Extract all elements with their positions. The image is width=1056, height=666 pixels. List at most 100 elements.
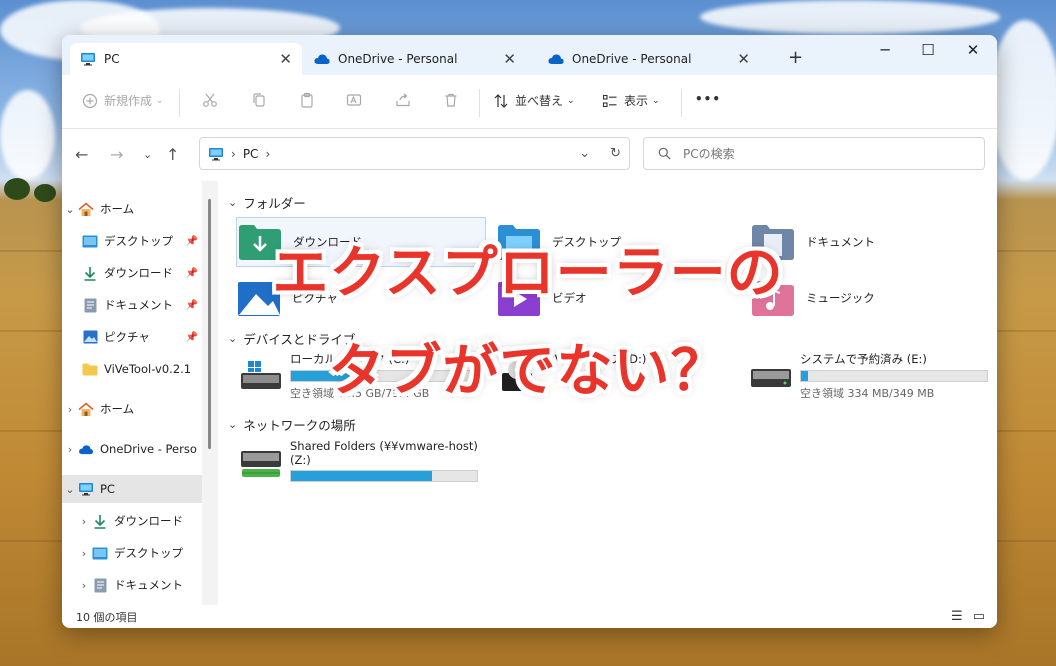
sidebar-item-label: OneDrive - Perso [100, 442, 197, 456]
address-dropdown-chevron-icon[interactable]: ⌄ [579, 146, 590, 161]
copy-button[interactable] [251, 92, 273, 108]
tiles-view-icon[interactable]: ▭ [973, 609, 985, 624]
network-section-header[interactable]: ⌄ ネットワークの場所 [228, 415, 356, 434]
breadcrumb-chevron-icon[interactable]: › [231, 147, 236, 161]
delete-button[interactable] [443, 92, 465, 108]
refresh-icon[interactable]: ↻ [610, 146, 621, 161]
network-drive-z[interactable]: Shared Folders (¥¥vmware-host) (Z:) [240, 439, 478, 482]
section-title: ネットワークの場所 [243, 418, 356, 433]
view-list-icon [602, 94, 617, 107]
tab-onedrive-2[interactable]: OneDrive - Personal ✕ [538, 43, 760, 75]
overlay-caption-line1: エクスプローラーの [272, 241, 784, 306]
tree-decoration [34, 184, 56, 202]
chevron-down-icon[interactable]: ⌄ [62, 483, 78, 496]
onedrive-cloud-icon [78, 441, 94, 457]
chevron-down-icon: ⌄ [652, 95, 660, 106]
chevron-right-icon[interactable]: › [76, 515, 92, 528]
home-icon [78, 201, 94, 217]
drive-letter: (Z:) [290, 453, 311, 467]
breadcrumb-pc[interactable]: PC [243, 147, 259, 161]
share-icon [396, 93, 410, 107]
tab-onedrive-1[interactable]: OneDrive - Personal ✕ [304, 43, 526, 75]
tab-close-button[interactable]: ✕ [737, 51, 750, 67]
onedrive-cloud-icon [548, 54, 564, 64]
tab-close-button[interactable]: ✕ [503, 51, 516, 67]
minimize-button[interactable]: ─ [870, 41, 900, 59]
toolbar-divider [681, 89, 682, 117]
tree-decoration [4, 178, 30, 200]
drive-details: Shared Folders (¥¥vmware-host) (Z:) [290, 439, 478, 482]
copy-icon [253, 93, 265, 107]
pc-icon [81, 53, 95, 66]
new-button[interactable]: 新規作成 ⌄ [82, 92, 164, 109]
cut-button[interactable] [202, 92, 224, 108]
maximize-button[interactable]: ☐ [913, 41, 943, 59]
chevron-down-icon[interactable]: ⌄ [228, 196, 237, 209]
tab-bar: PC ✕ OneDrive - Personal ✕ OneDrive - Pe… [62, 35, 997, 75]
folders-section-header[interactable]: ⌄ フォルダー [228, 193, 306, 212]
back-arrow-icon[interactable]: ← [75, 145, 88, 164]
section-title: フォルダー [243, 196, 306, 211]
new-tab-button[interactable]: + [788, 47, 803, 68]
recent-locations-chevron-icon[interactable]: ⌄ [143, 148, 152, 161]
search-box[interactable] [643, 137, 985, 170]
sort-arrows-icon [494, 93, 508, 108]
trash-icon [445, 93, 457, 107]
status-bar: 10 個の項目 ☰ ▭ [62, 605, 997, 628]
search-icon [658, 147, 671, 160]
chevron-down-icon[interactable]: ⌄ [228, 418, 237, 431]
sidebar-item-home[interactable]: ⌄ ホーム [62, 195, 202, 223]
search-input[interactable] [683, 146, 943, 161]
command-bar: 新規作成 ⌄ 並べ替え ⌄ 表示 ⌄ ••• [62, 75, 997, 129]
sort-button[interactable]: 並べ替え ⌄ [493, 92, 575, 109]
sidebar-item-label: ダウンロード [114, 514, 183, 528]
drive-name: Shared Folders (¥¥vmware-host) [290, 439, 478, 453]
network-drive-icon [241, 451, 281, 477]
view-button[interactable]: 表示 ⌄ [602, 92, 660, 109]
sidebar-item-pc-documents[interactable]: › ドキュメント [62, 571, 202, 599]
item-count: 10 個の項目 [76, 610, 138, 624]
chevron-right-icon[interactable]: › [62, 443, 78, 456]
sidebar-item-label: ホーム [100, 202, 135, 216]
new-label: 新規作成 [104, 94, 153, 108]
sidebar-item-label: PC [100, 482, 115, 496]
sidebar-item-label: デスクトップ [114, 546, 183, 560]
share-button[interactable] [395, 92, 417, 108]
forward-arrow-icon[interactable]: → [110, 145, 123, 164]
close-window-button[interactable]: ✕ [958, 41, 988, 59]
document-icon [92, 577, 108, 593]
drive-usage-fill [291, 471, 433, 481]
breadcrumb-chevron-icon[interactable]: › [265, 147, 270, 161]
rename-button[interactable] [346, 92, 368, 108]
sidebar-item-onedrive[interactable]: › OneDrive - Perso [62, 435, 202, 463]
sort-label: 並べ替え [515, 94, 564, 108]
sidebar-item-pc-downloads[interactable]: › ダウンロード [62, 507, 202, 535]
chevron-right-icon[interactable]: › [76, 547, 92, 560]
rename-icon [346, 94, 362, 106]
sidebar-item-pc-desktop[interactable]: › デスクトップ [62, 539, 202, 567]
chevron-down-icon[interactable]: ⌄ [62, 203, 78, 216]
address-row: ← → ⌄ ↑ › PC › ⌄ ↻ [62, 129, 997, 181]
plus-circle-icon [82, 93, 98, 108]
sidebar-item-pc[interactable]: ⌄ PC [62, 475, 202, 503]
pc-icon [78, 481, 94, 497]
paste-button[interactable] [299, 92, 321, 108]
tab-close-button[interactable]: ✕ [279, 51, 292, 67]
view-label: 表示 [624, 94, 649, 108]
details-view-icon[interactable]: ☰ [951, 609, 963, 624]
pc-icon [209, 147, 223, 160]
download-icon [92, 513, 108, 529]
tab-label: OneDrive - Personal [338, 52, 458, 66]
chevron-right-icon[interactable]: › [76, 579, 92, 592]
more-options-button[interactable]: ••• [695, 92, 721, 106]
sidebar-item-label: ドキュメント [114, 578, 183, 592]
toolbar-divider [479, 89, 480, 117]
address-bar[interactable]: › PC › ⌄ ↻ [199, 137, 630, 170]
cloud-decoration [990, 20, 1056, 180]
up-arrow-icon[interactable]: ↑ [166, 145, 179, 164]
chevron-down-icon: ⌄ [567, 95, 575, 106]
tab-label: PC [104, 52, 120, 66]
tab-pc[interactable]: PC ✕ [70, 43, 302, 75]
drive-usage-bar [290, 470, 478, 482]
overlay-caption-line2: タブがでない？ [328, 339, 728, 404]
